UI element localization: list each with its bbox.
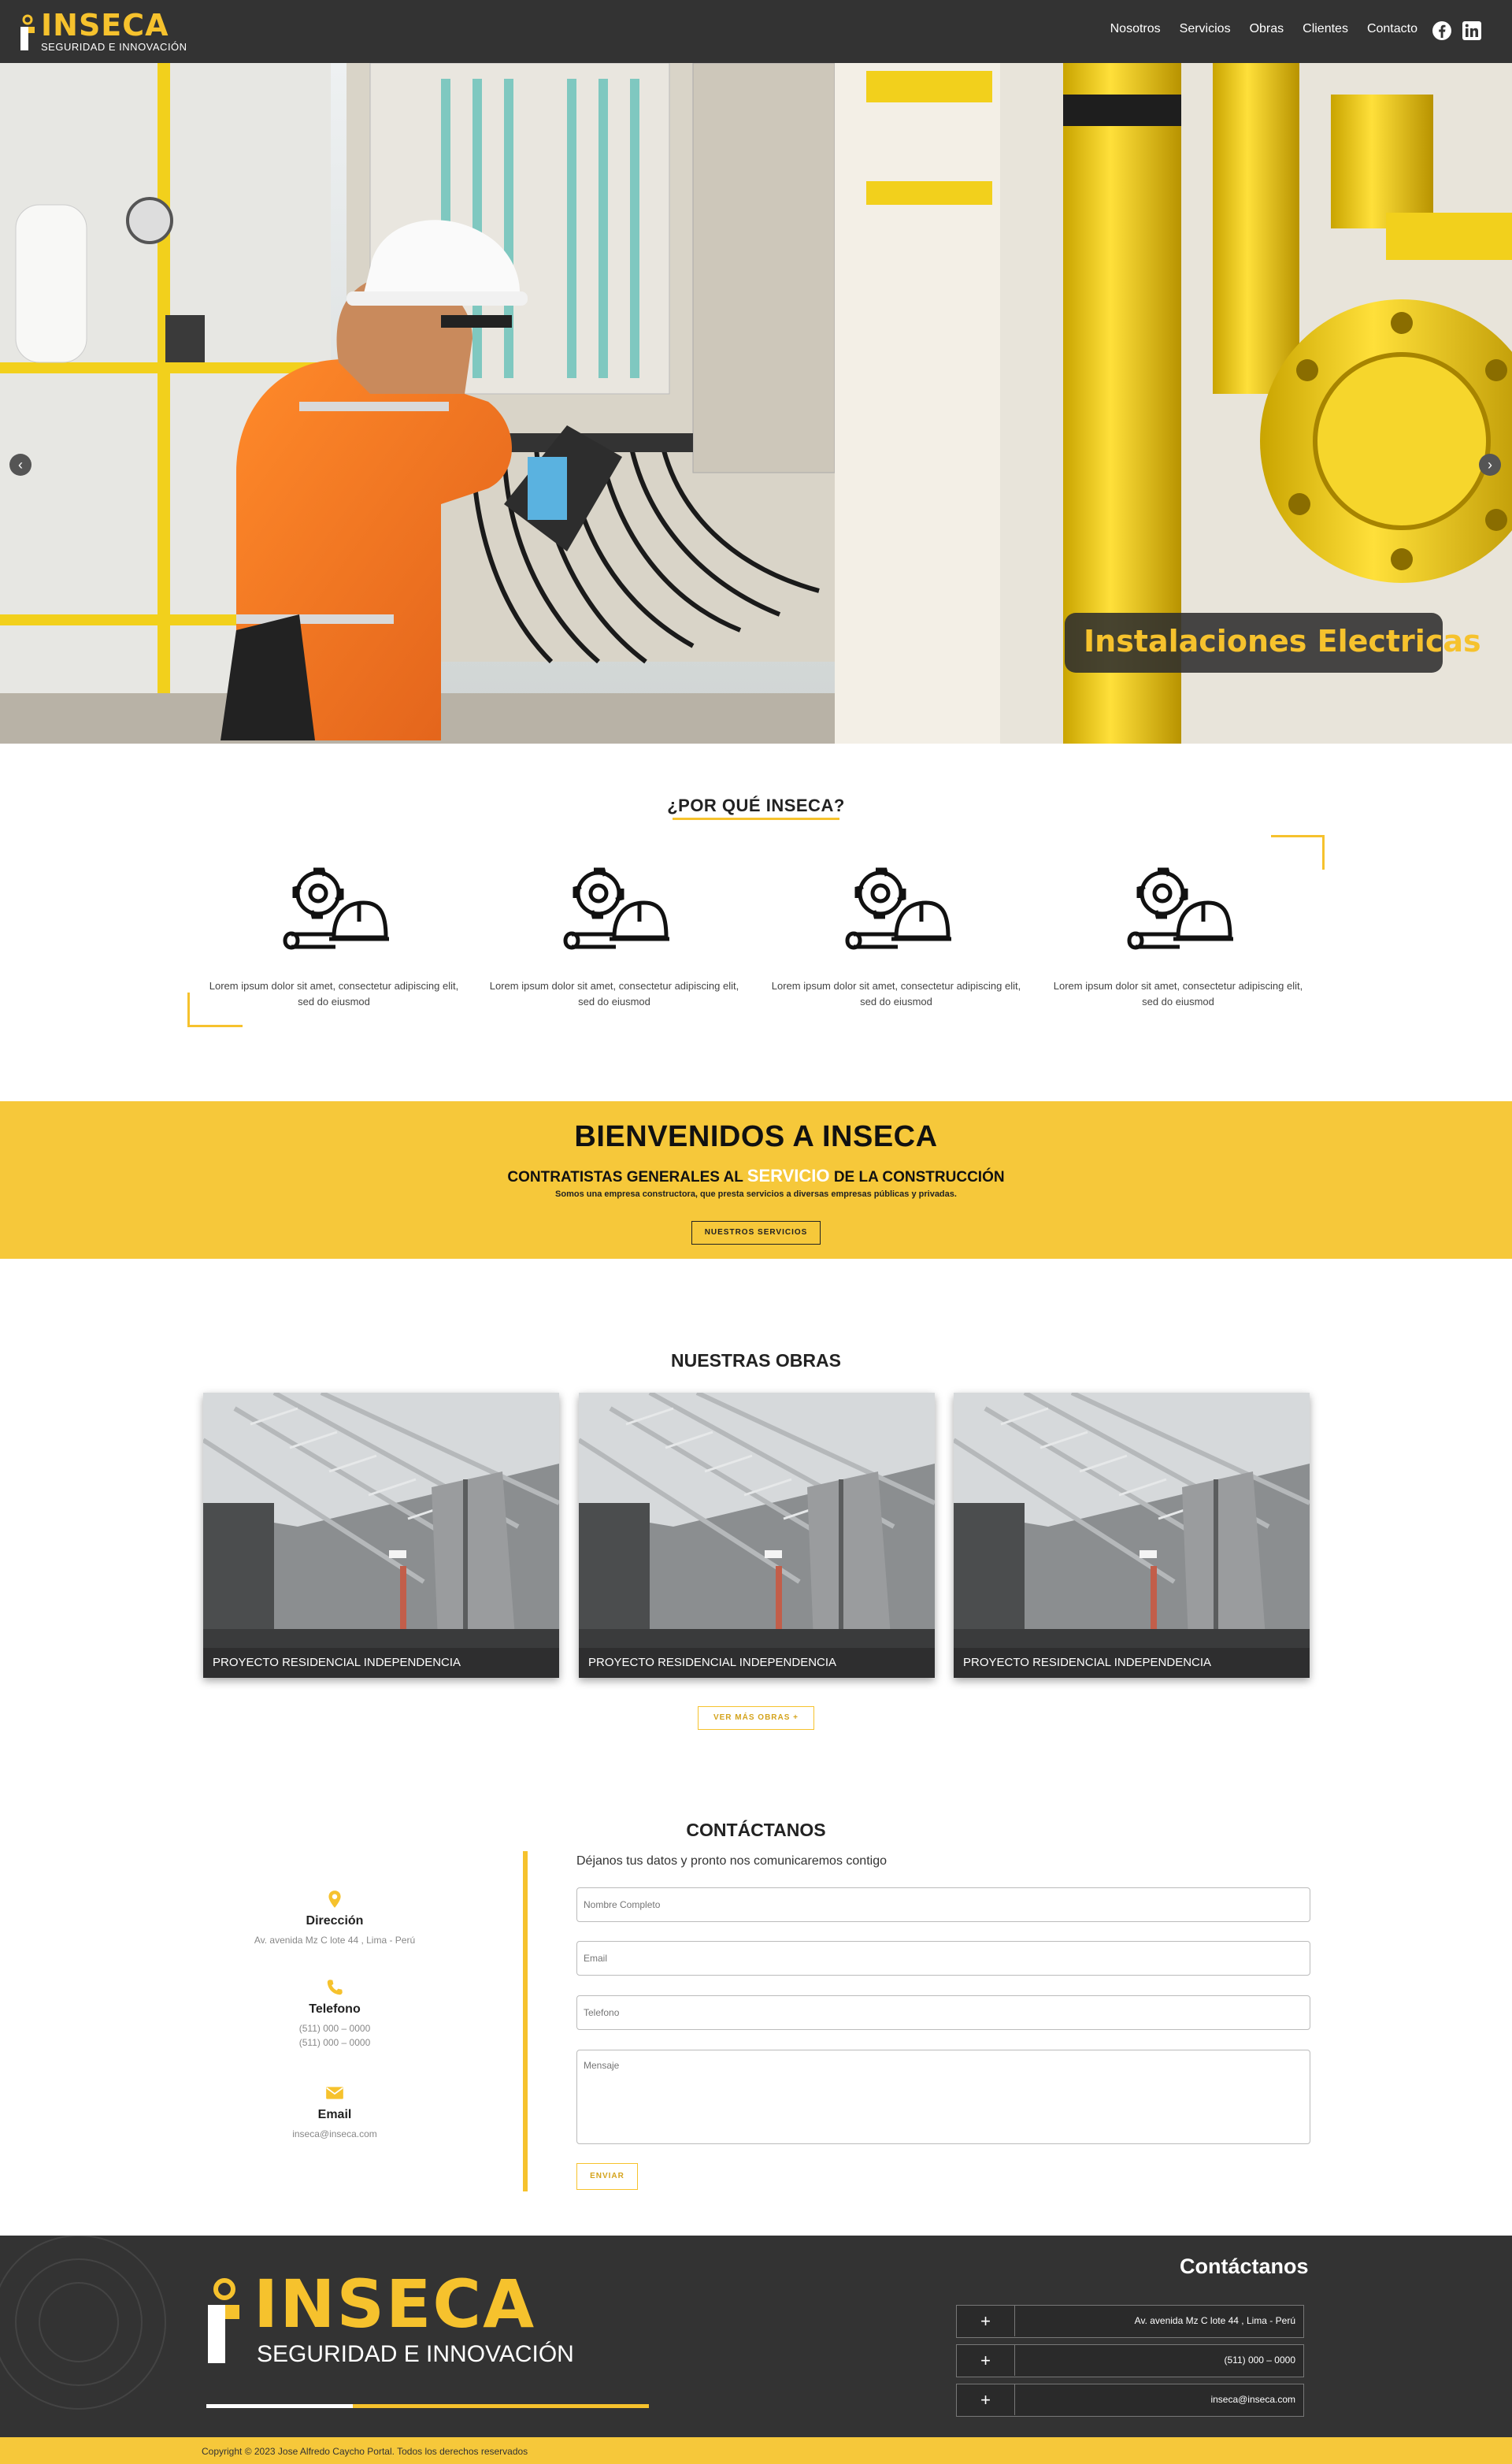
obra-card[interactable]: PROYECTO RESIDENCIAL INDEPENDENCIA (954, 1393, 1310, 1678)
gear-helmet-icon (845, 867, 951, 950)
message-textarea[interactable] (576, 2050, 1310, 2144)
plus-icon: + (957, 2345, 1015, 2376)
contact-address: Dirección Av. avenida Mz C lote 44 , Lim… (220, 1889, 449, 1947)
phone-icon (327, 1980, 343, 1995)
logo-text: INSECA (41, 8, 169, 43)
footer-logo[interactable]: INSECA SEGURIDAD E INNOVACIÓN (206, 2269, 584, 2371)
chevron-left-icon: ‹ (18, 457, 23, 473)
contact-address-label: Dirección (306, 1914, 364, 1928)
footer-contact-row[interactable]: + Av. avenida Mz C lote 44 , Lima - Perú (956, 2305, 1304, 2338)
nav-item-servicios[interactable]: Servicios (1180, 22, 1231, 36)
contact-address-value: Av. avenida Mz C lote 44 , Lima - Perú (254, 1935, 416, 1946)
full-name-input[interactable] (576, 1887, 1310, 1922)
contact-email-value: inseca@inseca.com (292, 2128, 377, 2139)
welcome-subtitle-after: DE LA CONSTRUCCIÓN (829, 1169, 1005, 1186)
nav-item-obras[interactable]: Obras (1250, 22, 1284, 36)
envelope-icon (326, 2087, 343, 2099)
obras-section-title: NUESTRAS OBRAS (671, 1350, 841, 1371)
contact-phone-value: (511) 000 – 0000 (298, 2023, 371, 2034)
contact-email: Email inseca@inseca.com (220, 2083, 449, 2141)
location-pin-icon (328, 1891, 341, 1908)
welcome-title: BIENVENIDOS A INSECA (574, 1120, 938, 1153)
obra-card[interactable]: PROYECTO RESIDENCIAL INDEPENDENCIA (579, 1393, 935, 1678)
welcome-subtitle-before: CONTRATISTAS GENERALES AL (507, 1169, 747, 1186)
footer-contact-row[interactable]: + (511) 000 – 0000 (956, 2344, 1304, 2377)
gear-helmet-icon (1127, 867, 1233, 950)
our-services-button[interactable]: NUESTROS SERVICIOS (691, 1221, 821, 1245)
contact-phone-value: (511) 000 – 0000 (298, 2037, 371, 2048)
copyright-bar: Copyright © 2023 Jose Alfredo Caycho Por… (0, 2437, 1512, 2464)
obra-card[interactable]: PROYECTO RESIDENCIAL INDEPENDENCIA (203, 1393, 559, 1678)
send-button[interactable]: ENVIAR (576, 2163, 638, 2190)
chevron-right-icon: › (1488, 457, 1492, 473)
why-item: Lorem ipsum dolor sit amet, consectetur … (1052, 859, 1304, 1016)
top-navbar: INSECA SEGURIDAD E INNOVACIÓN Nosotros S… (0, 0, 1512, 63)
facebook-icon[interactable] (1432, 20, 1452, 41)
why-item-text: Lorem ipsum dolor sit amet, consectetur … (489, 980, 739, 1007)
plus-icon: + (957, 2384, 1015, 2415)
footer-accent-bar-white (206, 2404, 353, 2408)
plus-icon: + (957, 2306, 1015, 2336)
footer-contact-value: Av. avenida Mz C lote 44 , Lima - Perú (1134, 2315, 1295, 2326)
gear-helmet-icon (563, 867, 669, 950)
why-item: Lorem ipsum dolor sit amet, consectetur … (208, 859, 460, 1016)
welcome-subtitle: CONTRATISTAS GENERALES AL SERVICIO DE LA… (0, 1166, 1512, 1186)
nav-item-nosotros[interactable]: Nosotros (1110, 22, 1161, 36)
contact-phone-label: Telefono (309, 2002, 361, 2016)
why-item-text: Lorem ipsum dolor sit amet, consectetur … (771, 980, 1021, 1007)
why-item: Lorem ipsum dolor sit amet, consectetur … (770, 859, 1022, 1016)
footer-contact-value: inseca@inseca.com (1210, 2394, 1295, 2405)
decorative-circles (0, 2236, 166, 2410)
obra-photo (203, 1393, 559, 1678)
main-nav: Nosotros Servicios Obras Clientes Contac… (1110, 22, 1418, 36)
see-more-works-button[interactable]: VER MÁS OBRAS + (698, 1706, 814, 1730)
contact-section-title: CONTÁCTANOS (686, 1820, 826, 1840)
logo-mark-icon (20, 14, 35, 50)
logo-tagline: SEGURIDAD E INNOVACIÓN (41, 41, 187, 53)
obra-caption: PROYECTO RESIDENCIAL INDEPENDENCIA (203, 1648, 559, 1678)
why-item-text: Lorem ipsum dolor sit amet, consectetur … (1053, 980, 1303, 1007)
email-input[interactable] (576, 1941, 1310, 1976)
why-item: Lorem ipsum dolor sit amet, consectetur … (488, 859, 740, 1016)
contact-divider (523, 1851, 528, 2191)
nav-item-clientes[interactable]: Clientes (1303, 22, 1348, 36)
hero-prev-button[interactable]: ‹ (9, 454, 32, 476)
contact-lead-text: Déjanos tus datos y pronto nos comunicar… (576, 1854, 887, 1868)
why-title-underline (673, 818, 839, 820)
copyright-text: Copyright © 2023 Jose Alfredo Caycho Por… (202, 2446, 528, 2457)
why-section-title: ¿POR QUÉ INSECA? (667, 796, 845, 815)
footer-contact-value: (511) 000 – 0000 (1224, 2355, 1295, 2366)
contact-phone: Telefono (511) 000 – 0000 (511) 000 – 00… (220, 1977, 449, 2050)
nav-item-contacto[interactable]: Contacto (1367, 22, 1418, 36)
hero-next-button[interactable]: › (1479, 454, 1501, 476)
contact-email-label: Email (317, 2108, 352, 2121)
obra-caption: PROYECTO RESIDENCIAL INDEPENDENCIA (579, 1648, 935, 1678)
footer-contact-row[interactable]: + inseca@inseca.com (956, 2384, 1304, 2417)
footer-logo-tagline: SEGURIDAD E INNOVACIÓN (257, 2341, 574, 2367)
phone-input[interactable] (576, 1995, 1310, 2030)
welcome-band: BIENVENIDOS A INSECA CONTRATISTAS GENERA… (0, 1101, 1512, 1259)
gear-helmet-icon (283, 867, 389, 950)
linkedin-icon[interactable] (1462, 20, 1482, 41)
welcome-description: Somos una empresa constructora, que pres… (555, 1189, 957, 1199)
site-footer: INSECA SEGURIDAD E INNOVACIÓN Contáctano… (0, 2236, 1512, 2437)
why-item-text: Lorem ipsum dolor sit amet, consectetur … (209, 980, 459, 1007)
hero-caption: Instalaciones Electricas (1065, 613, 1481, 673)
hero-caption-text: Instalaciones Electricas (1084, 624, 1481, 659)
footer-logo-mark-icon (208, 2278, 239, 2363)
footer-contact-heading: Contáctanos (1180, 2254, 1309, 2278)
hero-slider: ‹ › Instalaciones Electricas (0, 63, 1512, 744)
obra-caption: PROYECTO RESIDENCIAL INDEPENDENCIA (954, 1648, 1310, 1678)
footer-logo-text: INSECA (254, 2265, 536, 2343)
welcome-subtitle-highlight: SERVICIO (747, 1166, 830, 1186)
site-logo[interactable]: INSECA SEGURIDAD E INNOVACIÓN (19, 8, 187, 54)
obra-photo (579, 1393, 935, 1678)
obra-photo (954, 1393, 1310, 1678)
